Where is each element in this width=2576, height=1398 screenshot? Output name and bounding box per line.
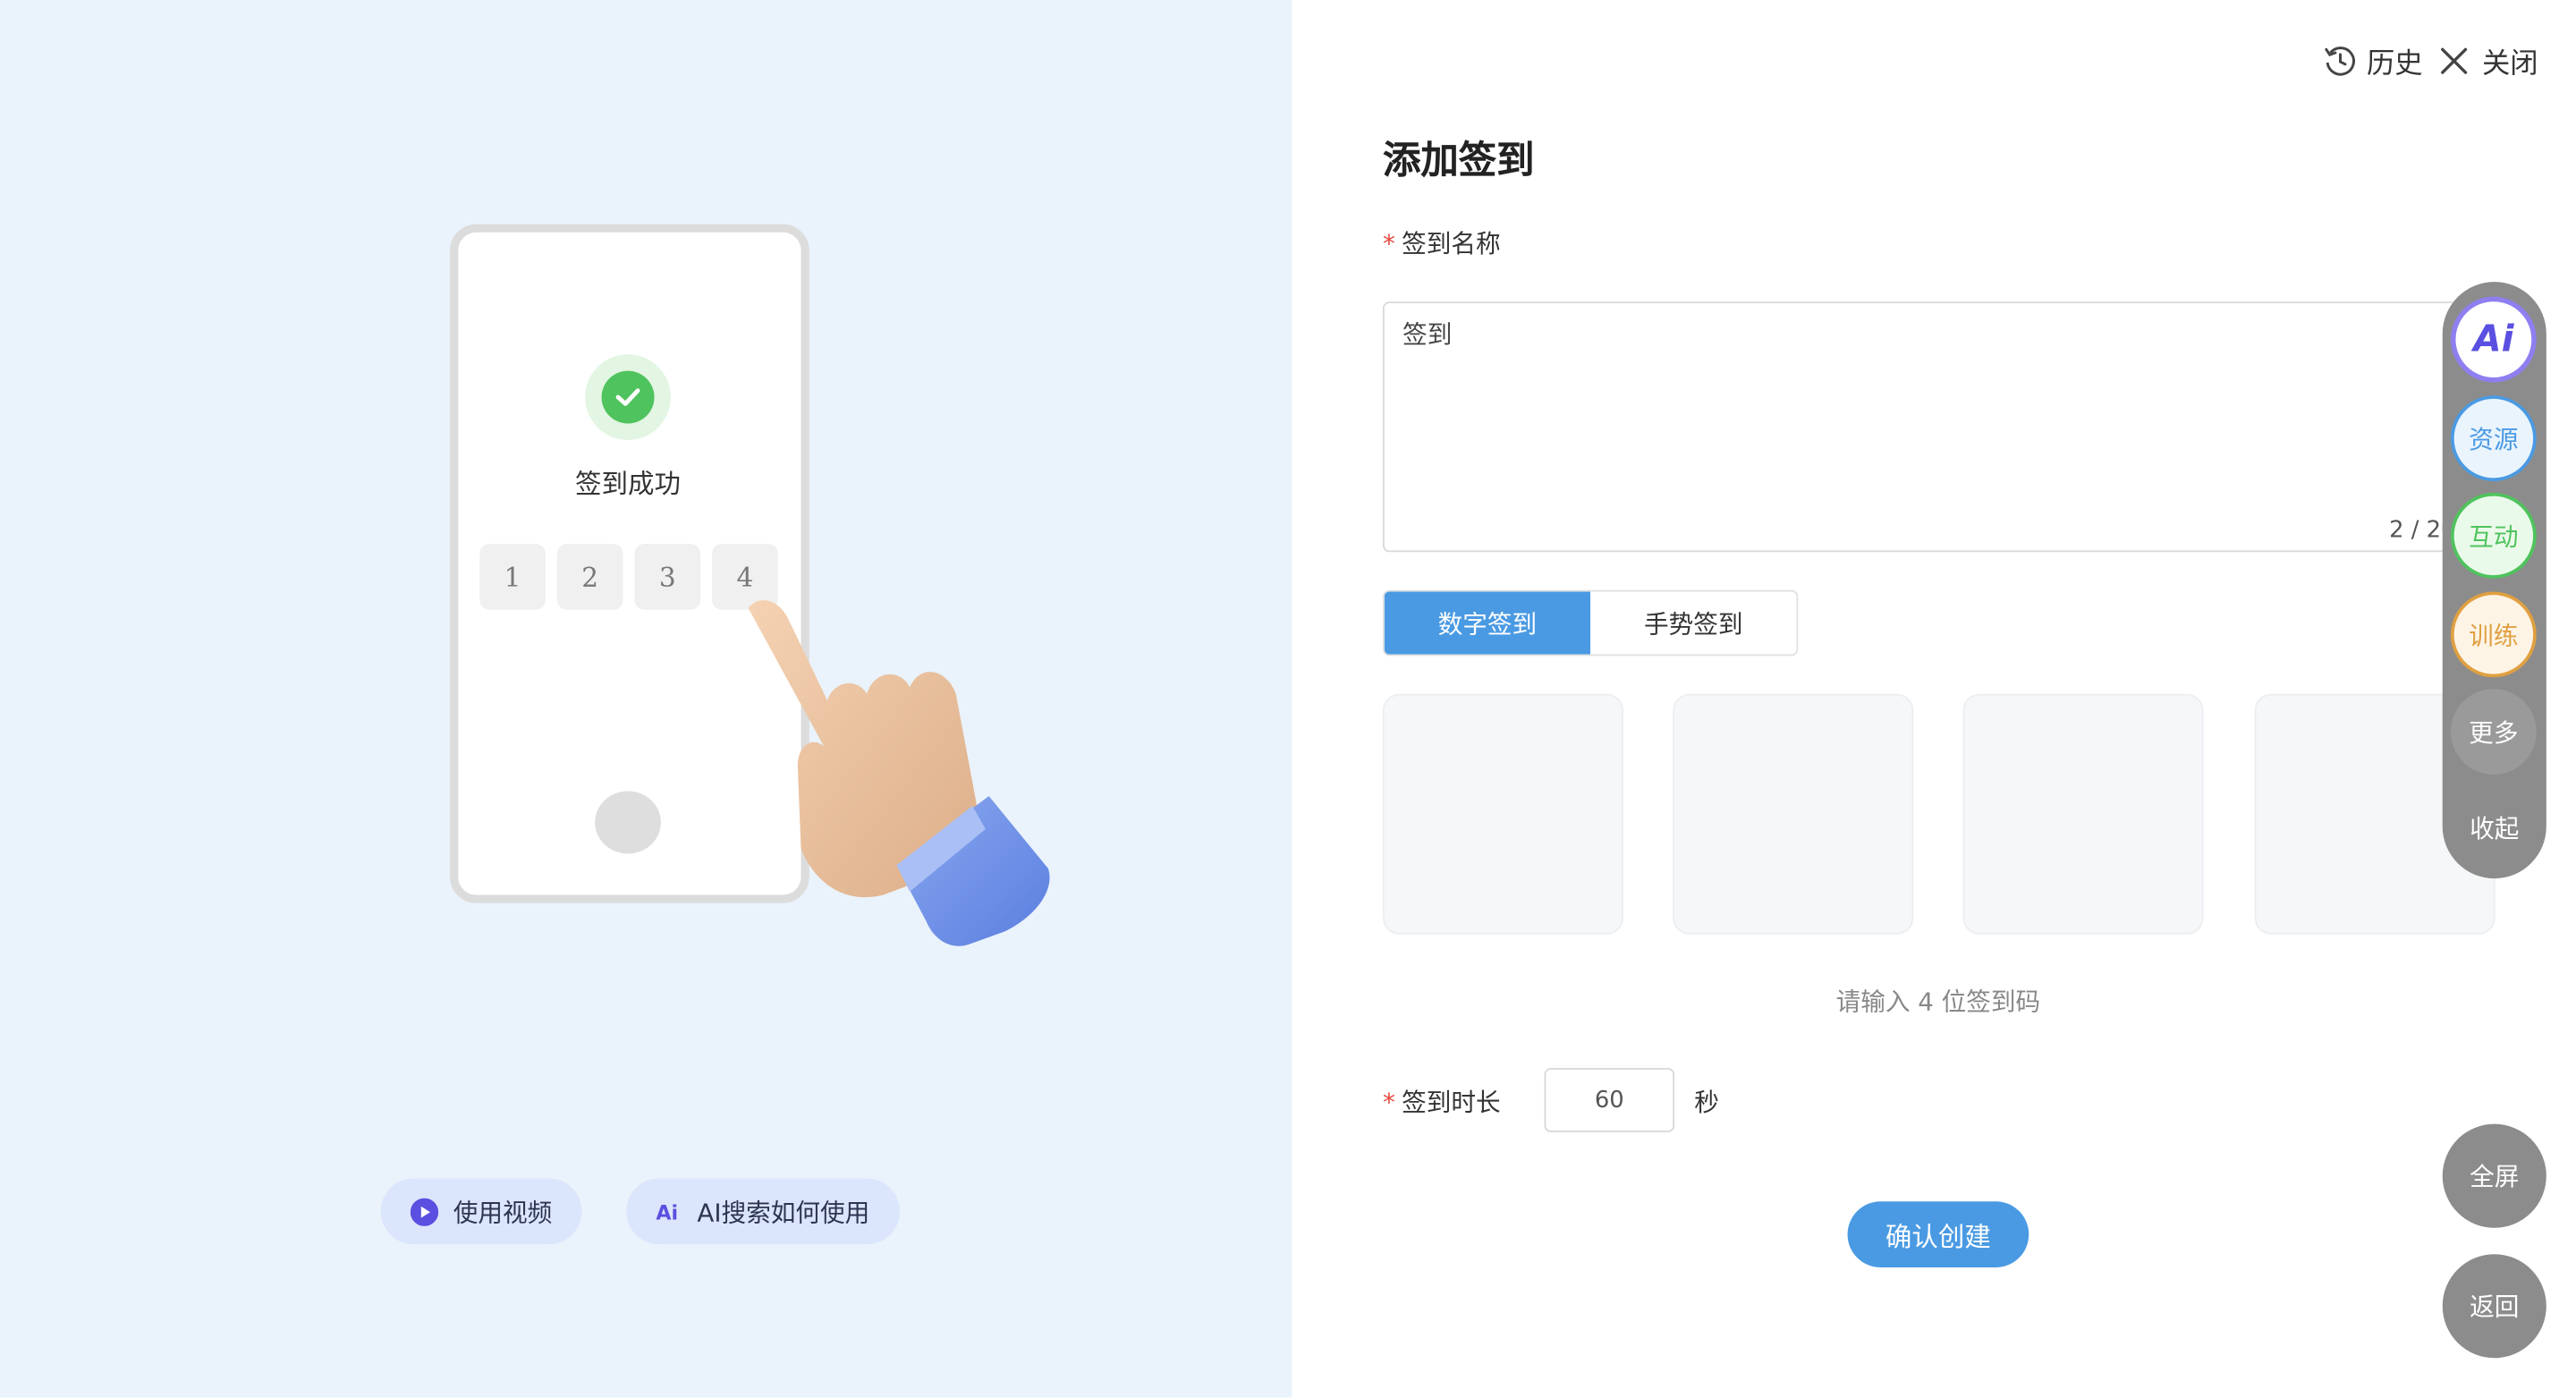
- digit-box: 1: [479, 544, 546, 610]
- more-button[interactable]: 更多: [2450, 689, 2537, 775]
- ai-search-help-button[interactable]: Ai AI搜索如何使用: [626, 1178, 900, 1245]
- duration-input[interactable]: 60: [1544, 1068, 1675, 1132]
- duration-label-text: 签到时长: [1402, 1088, 1501, 1118]
- history-icon: [2325, 46, 2355, 75]
- history-label: 历史: [2366, 47, 2423, 81]
- close-label: 关闭: [2481, 47, 2538, 81]
- name-value: 签到: [1402, 319, 1453, 350]
- required-mark: *: [1382, 1087, 1395, 1117]
- svg-text:Ai: Ai: [656, 1202, 678, 1224]
- duration-field-label: * 签到时长: [1383, 1084, 1501, 1119]
- code-input-box[interactable]: [1673, 693, 1914, 935]
- collapse-button[interactable]: 收起: [2443, 811, 2546, 846]
- pointing-hand-icon: [748, 600, 1050, 946]
- fullscreen-button[interactable]: 全屏: [2442, 1123, 2546, 1228]
- digit-box: 3: [634, 544, 701, 610]
- code-input-box[interactable]: [1382, 693, 1623, 935]
- name-field-label: * 签到名称: [1383, 225, 1501, 260]
- resources-button[interactable]: 资源: [2450, 395, 2537, 482]
- play-icon: [410, 1197, 439, 1225]
- back-button[interactable]: 返回: [2442, 1254, 2546, 1359]
- training-button[interactable]: 训练: [2450, 591, 2537, 678]
- tab-gesture-signin[interactable]: 手势签到: [1590, 591, 1797, 655]
- use-video-button[interactable]: 使用视频: [380, 1178, 582, 1245]
- code-input-box[interactable]: [1962, 693, 2204, 935]
- ai-icon: Ai: [656, 1199, 682, 1224]
- ai-assistant-button[interactable]: Ai: [2450, 296, 2537, 383]
- digit-box: 2: [556, 544, 623, 610]
- page-title: 添加签到: [1382, 140, 1535, 183]
- signin-type-tabs: 数字签到 手势签到: [1382, 589, 1799, 657]
- ai-search-help-label: AI搜索如何使用: [697, 1197, 870, 1227]
- confirm-create-button[interactable]: 确认创建: [1847, 1201, 2029, 1267]
- phone-home-button: [595, 791, 661, 854]
- name-label-text: 签到名称: [1402, 229, 1501, 259]
- close-button[interactable]: 关闭: [2439, 39, 2538, 80]
- use-video-label: 使用视频: [453, 1197, 553, 1227]
- ai-logo-icon: Ai: [2473, 318, 2514, 360]
- success-text: 签到成功: [575, 468, 681, 500]
- interaction-button[interactable]: 互动: [2450, 492, 2537, 579]
- history-button[interactable]: 历史: [2324, 39, 2423, 80]
- required-mark: *: [1382, 228, 1395, 258]
- close-icon: [2441, 47, 2468, 73]
- checkmark-icon: [601, 370, 655, 424]
- code-hint: 请输入 4 位签到码: [1835, 987, 2041, 1017]
- name-textarea[interactable]: 签到 2 / 20: [1382, 301, 2507, 553]
- tab-digit-signin[interactable]: 数字签到: [1384, 591, 1591, 655]
- duration-unit: 秒: [1694, 1088, 1719, 1118]
